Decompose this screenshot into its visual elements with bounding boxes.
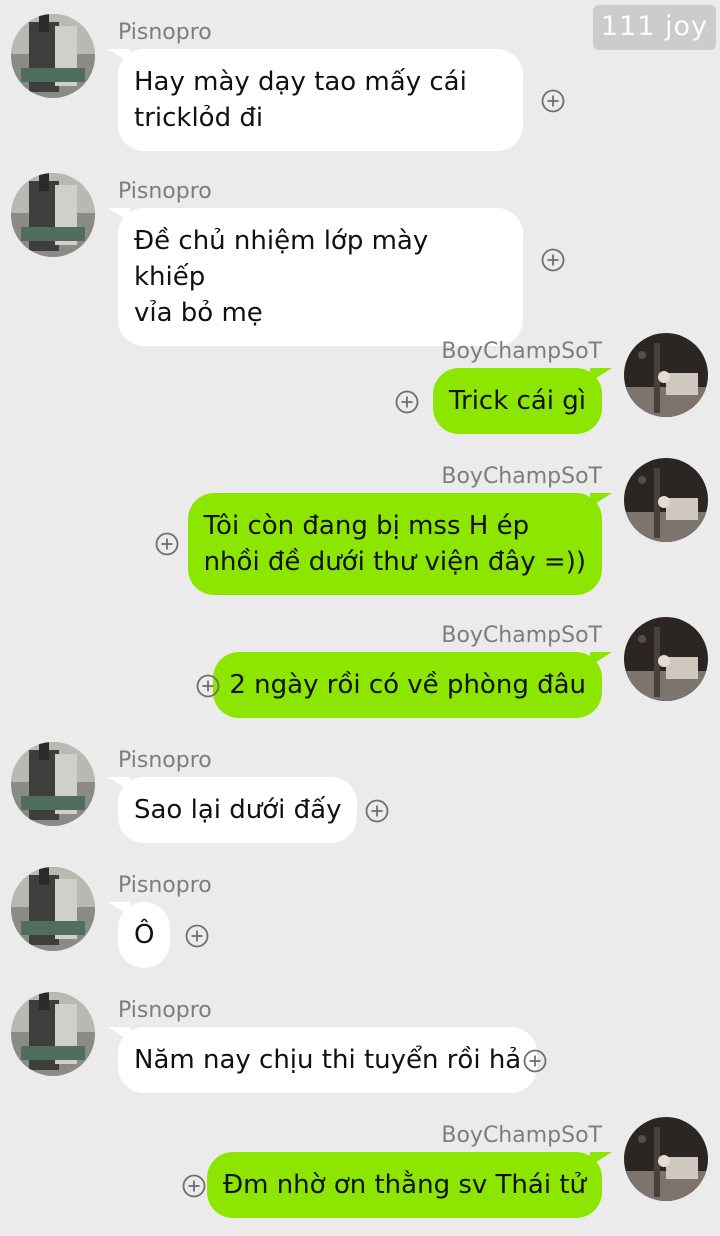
message-bubble[interactable]: Ô	[107, 902, 171, 968]
sender-name: Pisnopro	[118, 748, 212, 773]
add-reaction-icon[interactable]	[523, 1049, 547, 1073]
avatar-pisnopro[interactable]	[11, 173, 95, 257]
avatar-boychampsot[interactable]	[624, 617, 708, 701]
sender-name: BoyChampSoT	[441, 339, 602, 364]
message-bubble[interactable]: 2 ngày rồi có về phòng đâu	[213, 652, 612, 718]
message-bubble[interactable]: Hay mày dạy tao mấy cái tricklỏd đi	[108, 49, 523, 151]
avatar-pisnopro[interactable]	[11, 867, 95, 951]
sender-name: BoyChampSoT	[441, 464, 602, 489]
add-reaction-icon[interactable]	[541, 248, 565, 272]
add-reaction-icon[interactable]	[196, 674, 220, 698]
message-bubble[interactable]: Tôi còn đang bị mss H ép nhồi đề dưới th…	[187, 493, 613, 595]
message-bubble[interactable]: Đm nhờ ơn thằng sv Thái tử	[206, 1152, 613, 1218]
avatar-pisnopro[interactable]	[11, 14, 95, 98]
message-bubble[interactable]: Năm nay chịu thi tuyển rồi hả	[107, 1027, 538, 1093]
add-reaction-icon[interactable]	[185, 924, 209, 948]
avatar-boychampsot[interactable]	[624, 1117, 708, 1201]
sender-name: Pisnopro	[118, 179, 212, 204]
add-reaction-icon[interactable]	[541, 89, 565, 113]
add-reaction-icon[interactable]	[365, 799, 389, 823]
add-reaction-icon[interactable]	[395, 390, 419, 414]
sender-name: BoyChampSoT	[441, 623, 602, 648]
avatar-pisnopro[interactable]	[11, 992, 95, 1076]
avatar-boychampsot[interactable]	[624, 458, 708, 542]
sender-name: Pisnopro	[118, 998, 212, 1023]
sender-name: Pisnopro	[118, 20, 212, 45]
watermark-label: 111 joy	[592, 5, 716, 50]
sender-name: Pisnopro	[118, 873, 212, 898]
add-reaction-icon[interactable]	[182, 1174, 206, 1198]
message-bubble[interactable]: Đề chủ nhiệm lớp mày khiếp vỉa bỏ mẹ	[108, 208, 523, 346]
add-reaction-icon[interactable]	[155, 532, 179, 556]
sender-name: BoyChampSoT	[441, 1123, 602, 1148]
message-bubble[interactable]: Sao lại dưới đấy	[107, 777, 358, 843]
message-bubble[interactable]: Trick cái gì	[432, 368, 613, 434]
avatar-pisnopro[interactable]	[11, 742, 95, 826]
avatar-boychampsot[interactable]	[624, 333, 708, 417]
